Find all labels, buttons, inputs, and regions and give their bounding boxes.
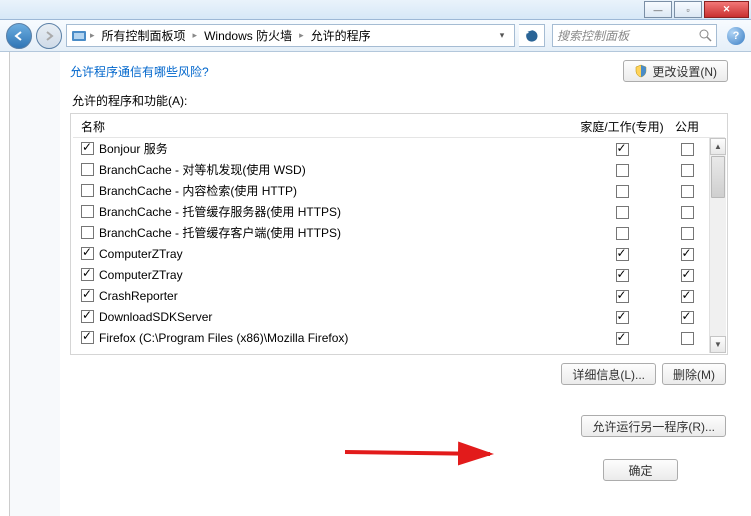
programs-list: 名称 家庭/工作(专用) 公用 Bonjour 服务 BranchCache - … <box>70 113 728 355</box>
row-checkbox[interactable] <box>81 289 94 302</box>
row-checkbox[interactable] <box>81 142 94 155</box>
public-checkbox[interactable] <box>681 290 694 303</box>
search-input[interactable]: 搜索控制面板 <box>552 24 717 47</box>
table-row[interactable]: BranchCache - 托管缓存客户端(使用 HTTPS) <box>73 222 725 243</box>
column-home[interactable]: 家庭/工作(专用) <box>577 118 667 135</box>
minimize-button[interactable]: — <box>644 1 672 18</box>
nav-back-button[interactable] <box>6 23 32 49</box>
row-label: DownloadSDKServer <box>99 310 212 324</box>
home-checkbox[interactable] <box>616 290 629 303</box>
home-checkbox[interactable] <box>616 332 629 345</box>
table-row[interactable]: ComputerZTray <box>73 264 725 285</box>
row-checkbox[interactable] <box>81 163 94 176</box>
table-row[interactable]: Google Chrome <box>73 348 725 352</box>
row-checkbox[interactable] <box>81 205 94 218</box>
chevron-right-icon: ▸ <box>193 30 198 41</box>
home-checkbox[interactable] <box>616 164 629 177</box>
table-row[interactable]: CrashReporter <box>73 285 725 306</box>
row-label: Firefox (C:\Program Files (x86)\Mozilla … <box>99 331 348 345</box>
column-public[interactable]: 公用 <box>667 118 707 135</box>
column-name[interactable]: 名称 <box>73 118 577 135</box>
home-checkbox[interactable] <box>616 311 629 324</box>
scroll-thumb[interactable] <box>711 156 725 198</box>
list-header: 名称 家庭/工作(专用) 公用 <box>73 116 725 138</box>
row-label: Google Chrome <box>99 352 184 353</box>
table-row[interactable]: Bonjour 服务 <box>73 138 725 159</box>
list-body: Bonjour 服务 BranchCache - 对等机发现(使用 WSD) Bra… <box>73 138 725 352</box>
table-row[interactable]: Firefox (C:\Program Files (x86)\Mozilla … <box>73 327 725 348</box>
home-checkbox[interactable] <box>616 143 629 156</box>
row-label: CrashReporter <box>99 289 178 303</box>
search-icon <box>699 29 712 42</box>
chevron-right-icon: ▸ <box>90 30 95 41</box>
row-label: ComputerZTray <box>99 268 183 282</box>
row-checkbox[interactable] <box>81 247 94 260</box>
public-checkbox[interactable] <box>681 143 694 156</box>
row-label: BranchCache - 托管缓存服务器(使用 HTTPS) <box>99 203 341 220</box>
window-titlebar: — ▫ ✕ <box>0 0 751 20</box>
home-checkbox[interactable] <box>616 185 629 198</box>
close-button[interactable]: ✕ <box>704 1 749 18</box>
public-checkbox[interactable] <box>681 185 694 198</box>
details-button[interactable]: 详细信息(L)... <box>561 363 656 385</box>
control-panel-icon <box>71 28 87 44</box>
row-label: BranchCache - 对等机发现(使用 WSD) <box>99 161 306 178</box>
chevron-down-icon[interactable]: ▾ <box>494 30 510 41</box>
table-row[interactable]: BranchCache - 内容检索(使用 HTTP) <box>73 180 725 201</box>
public-checkbox[interactable] <box>681 248 694 261</box>
maximize-button[interactable]: ▫ <box>674 1 702 18</box>
change-settings-button[interactable]: 更改设置(N) <box>623 60 728 82</box>
home-checkbox[interactable] <box>616 227 629 240</box>
vertical-scrollbar[interactable]: ▲ ▼ <box>709 138 726 353</box>
group-label: 允许的程序和功能(A): <box>72 92 728 109</box>
arrow-right-icon <box>43 30 55 42</box>
table-row[interactable]: BranchCache - 对等机发现(使用 WSD) <box>73 159 725 180</box>
row-label: Bonjour 服务 <box>99 140 168 157</box>
nav-forward-button[interactable] <box>36 23 62 49</box>
arrow-left-icon <box>13 30 25 42</box>
public-checkbox[interactable] <box>681 311 694 324</box>
public-checkbox[interactable] <box>681 206 694 219</box>
main-content: 允许程序通信有哪些风险? 更改设置(N) 允许的程序和功能(A): 名称 家庭/… <box>9 52 744 516</box>
row-checkbox[interactable] <box>81 184 94 197</box>
public-checkbox[interactable] <box>681 227 694 240</box>
home-checkbox[interactable] <box>616 206 629 219</box>
chevron-right-icon: ▸ <box>299 30 304 41</box>
scroll-down-button[interactable]: ▼ <box>710 336 726 353</box>
crumb-firewall[interactable]: Windows 防火墙 <box>200 27 296 44</box>
home-checkbox[interactable] <box>616 269 629 282</box>
table-row[interactable]: ComputerZTray <box>73 243 725 264</box>
help-icon[interactable]: ? <box>727 27 745 45</box>
change-settings-label: 更改设置(N) <box>652 63 717 80</box>
public-checkbox[interactable] <box>681 269 694 282</box>
table-row[interactable]: DownloadSDKServer <box>73 306 725 327</box>
row-checkbox[interactable] <box>81 310 94 323</box>
refresh-button[interactable] <box>519 24 545 47</box>
public-checkbox[interactable] <box>681 164 694 177</box>
risks-link[interactable]: 允许程序通信有哪些风险? <box>70 63 209 80</box>
row-checkbox[interactable] <box>81 268 94 281</box>
row-checkbox[interactable] <box>81 331 94 344</box>
breadcrumb[interactable]: ▸ 所有控制面板项 ▸ Windows 防火墙 ▸ 允许的程序 ▾ <box>66 24 515 47</box>
allow-another-program-button[interactable]: 允许运行另一程序(R)... <box>581 415 726 437</box>
row-label: BranchCache - 托管缓存客户端(使用 HTTPS) <box>99 224 341 241</box>
shield-icon <box>634 64 648 78</box>
row-checkbox[interactable] <box>81 226 94 239</box>
remove-button[interactable]: 删除(M) <box>662 363 726 385</box>
refresh-icon <box>525 29 539 43</box>
home-checkbox[interactable] <box>616 248 629 261</box>
public-checkbox[interactable] <box>681 332 694 345</box>
address-bar: ▸ 所有控制面板项 ▸ Windows 防火墙 ▸ 允许的程序 ▾ 搜索控制面板… <box>0 20 751 52</box>
search-placeholder: 搜索控制面板 <box>557 27 629 44</box>
row-label: ComputerZTray <box>99 247 183 261</box>
row-label: BranchCache - 内容检索(使用 HTTP) <box>99 182 297 199</box>
scroll-up-button[interactable]: ▲ <box>710 138 726 155</box>
table-row[interactable]: BranchCache - 托管缓存服务器(使用 HTTPS) <box>73 201 725 222</box>
crumb-all-items[interactable]: 所有控制面板项 <box>98 27 190 44</box>
ok-button[interactable]: 确定 <box>603 459 678 481</box>
crumb-allowed[interactable]: 允许的程序 <box>307 27 375 44</box>
